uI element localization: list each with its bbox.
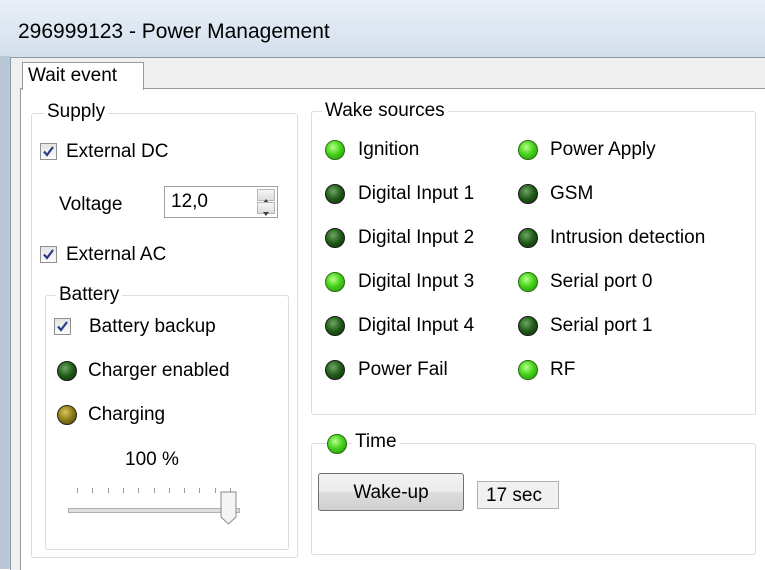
title-bar[interactable]: 296999123 - Power Management	[0, 0, 765, 60]
wake-source-label: Digital Input 3	[358, 271, 475, 292]
voltage-value: 12,0	[171, 191, 208, 212]
wake-source-led-icon	[325, 184, 345, 204]
wake-source-led-icon	[325, 272, 345, 292]
wake-source-label: Intrusion detection	[550, 227, 706, 248]
wake-source-led-icon	[518, 360, 538, 380]
voltage-spin-buttons	[257, 189, 275, 216]
slider-tick	[184, 488, 186, 493]
external-dc-label: External DC	[66, 141, 169, 162]
wake-source-label: Ignition	[358, 139, 420, 160]
tab-wait-event[interactable]: Wait event	[22, 62, 144, 90]
wake-up-button[interactable]: Wake-up	[318, 473, 464, 511]
wake-source-label: Digital Input 1	[358, 183, 475, 204]
wake-sources-group-title: Wake sources	[322, 100, 448, 122]
checkmark-icon	[57, 321, 68, 332]
wake-source-label: Serial port 1	[550, 315, 653, 336]
wake-source-label: Power Apply	[550, 139, 656, 160]
wake-source-led-icon	[518, 184, 538, 204]
wake-source-led-icon	[325, 140, 345, 160]
slider-tick	[122, 488, 124, 493]
battery-group-title: Battery	[56, 284, 123, 306]
spin-up-button[interactable]	[257, 189, 275, 203]
arrow-down-icon	[263, 212, 269, 216]
battery-backup-checkbox[interactable]	[54, 318, 71, 335]
voltage-spinner[interactable]: 12,0	[164, 186, 278, 218]
wake-source-led-icon	[325, 360, 345, 380]
time-led-icon	[327, 434, 347, 454]
slider-tick	[77, 488, 78, 493]
battery-level-label: 100 %	[125, 449, 179, 470]
checkmark-icon	[43, 146, 54, 157]
checkmark-icon	[43, 249, 54, 260]
charging-led-icon	[57, 405, 77, 425]
wake-source-label: Digital Input 2	[358, 227, 475, 248]
wake-source-led-icon	[325, 316, 345, 336]
spin-down-button[interactable]	[257, 202, 275, 216]
battery-backup-label: Battery backup	[89, 316, 216, 337]
charger-enabled-led-icon	[57, 361, 77, 381]
slider-tick	[199, 488, 201, 493]
slider-thumb-icon	[220, 491, 237, 525]
time-group-title: Time	[352, 431, 400, 453]
charger-enabled-label: Charger enabled	[88, 360, 230, 381]
slider-tick	[138, 488, 140, 493]
supply-group-title: Supply	[44, 101, 109, 123]
external-ac-checkbox[interactable]	[40, 246, 57, 263]
slider-tick	[153, 488, 155, 493]
external-ac-label: External AC	[66, 244, 167, 265]
wake-source-label: Digital Input 4	[358, 315, 475, 336]
time-remaining-value: 17 sec	[486, 485, 542, 506]
window-title: 296999123 - Power Management	[18, 20, 330, 43]
wake-source-led-icon	[518, 228, 538, 248]
battery-level-slider-track[interactable]	[68, 508, 240, 513]
wake-source-label: Power Fail	[358, 359, 448, 380]
wake-source-label: GSM	[550, 183, 594, 204]
slider-tick	[107, 488, 109, 493]
slider-tick	[92, 488, 94, 493]
wake-source-led-icon	[518, 140, 538, 160]
tab-label: Wait event	[28, 65, 118, 86]
window-left-border	[0, 56, 10, 569]
wake-source-label: RF	[550, 359, 576, 380]
external-dc-checkbox[interactable]	[40, 143, 57, 160]
wake-up-button-label: Wake-up	[353, 482, 429, 503]
wake-source-led-icon	[325, 228, 345, 248]
charging-label: Charging	[88, 404, 166, 425]
voltage-label: Voltage	[59, 194, 123, 215]
wake-source-led-icon	[518, 272, 538, 292]
slider-tick	[214, 488, 216, 493]
battery-level-slider-thumb[interactable]	[220, 491, 237, 525]
wake-source-label: Serial port 0	[550, 271, 653, 292]
wake-source-led-icon	[518, 316, 538, 336]
time-remaining-display: 17 sec	[477, 481, 559, 509]
slider-tick	[168, 488, 170, 493]
